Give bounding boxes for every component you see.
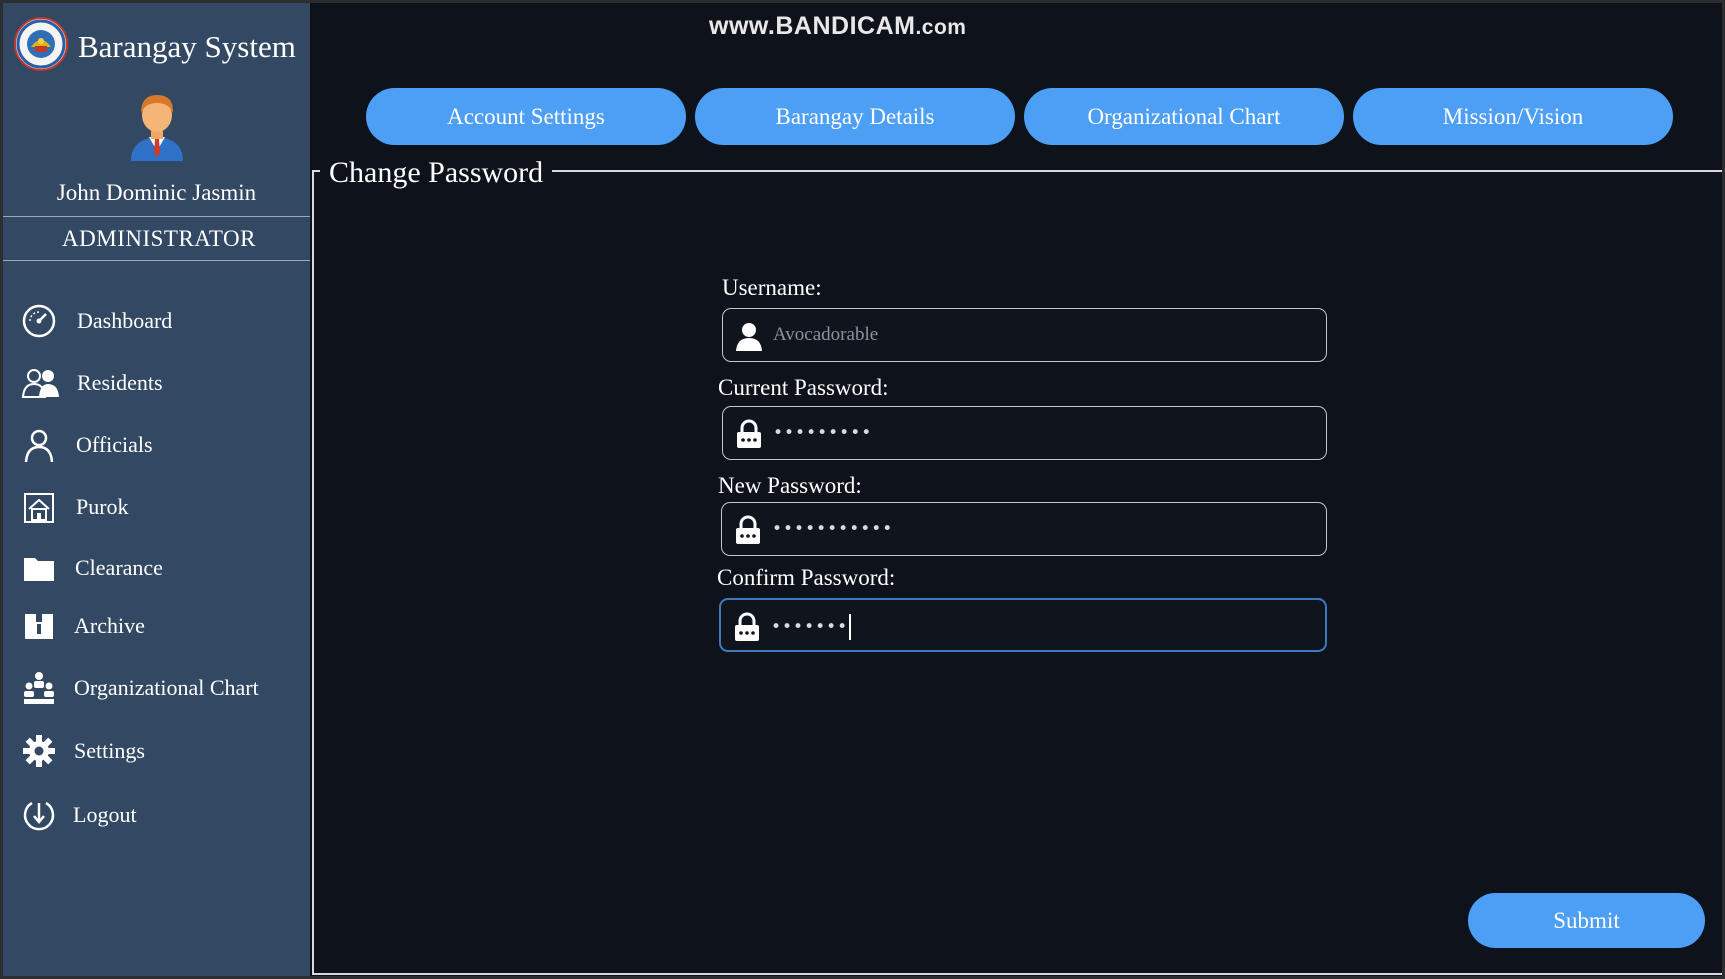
sidebar-item-label: Archive xyxy=(74,613,145,638)
text-caret xyxy=(849,614,852,640)
sidebar-item-label: Residents xyxy=(77,370,163,395)
tab-mission-vision[interactable]: Mission/Vision xyxy=(1353,88,1673,145)
submit-button[interactable]: Submit xyxy=(1468,893,1705,948)
sidebar-item-logout[interactable]: Logout xyxy=(3,789,310,839)
username-field[interactable]: Avocadorable xyxy=(722,308,1327,362)
sidebar-item-label: Settings xyxy=(74,738,145,763)
org-chart-icon xyxy=(21,670,57,706)
app-window: Barangay System John Dominic Jasmin ADMI… xyxy=(3,3,1722,976)
sidebar-item-officials[interactable]: Officials xyxy=(3,419,310,469)
sidebar-item-organizational-chart[interactable]: Organizational Chart xyxy=(3,662,310,712)
lock-icon xyxy=(735,419,763,449)
tab-account-settings[interactable]: Account Settings xyxy=(366,88,686,145)
folder-icon xyxy=(21,550,57,586)
current-password-label: Current Password: xyxy=(718,375,889,400)
sidebar-item-settings[interactable]: Settings xyxy=(3,725,310,775)
confirm-password-dots: ••••••• xyxy=(771,617,849,637)
current-password-field[interactable]: ••••••••• xyxy=(722,406,1327,460)
sidebar: Barangay System John Dominic Jasmin ADMI… xyxy=(3,3,310,976)
user-role: ADMINISTRATOR xyxy=(62,226,256,251)
new-password-label: New Password: xyxy=(718,473,862,498)
sidebar-item-label: Dashboard xyxy=(77,308,173,333)
official-person-icon xyxy=(21,427,57,463)
sidebar-item-label: Organizational Chart xyxy=(74,675,259,700)
current-password-value: ••••••••• xyxy=(773,423,873,443)
sidebar-item-residents[interactable]: Residents xyxy=(3,357,310,407)
gear-icon xyxy=(21,733,57,769)
lock-icon xyxy=(733,612,761,642)
lock-icon xyxy=(734,515,762,545)
user-icon xyxy=(735,321,763,351)
residents-icon xyxy=(21,365,59,401)
sidebar-item-label: Officials xyxy=(76,432,153,457)
tab-organizational-chart[interactable]: Organizational Chart xyxy=(1024,88,1344,145)
sidebar-item-label: Purok xyxy=(76,494,129,519)
user-name: John Dominic Jasmin xyxy=(56,180,257,205)
app-title: Barangay System xyxy=(78,29,296,64)
confirm-password-label: Confirm Password: xyxy=(717,565,896,590)
panel-title: Change Password xyxy=(320,153,553,193)
watermark-main: www.BANDICAM xyxy=(709,12,916,40)
username-label: Username: xyxy=(722,275,822,300)
sidebar-item-archive[interactable]: Archive xyxy=(3,600,310,650)
barangay-seal-logo xyxy=(14,17,68,71)
sidebar-item-purok[interactable]: Purok xyxy=(3,481,310,531)
confirm-password-field[interactable]: ••••••• xyxy=(719,598,1327,652)
dashboard-gauge-icon xyxy=(21,303,57,339)
divider xyxy=(3,216,310,217)
user-avatar xyxy=(123,91,191,161)
sidebar-item-clearance[interactable]: Clearance xyxy=(3,542,310,592)
archive-icon xyxy=(21,608,57,644)
sidebar-item-label: Logout xyxy=(73,802,137,827)
new-password-field[interactable]: ••••••••••• xyxy=(721,502,1327,556)
purok-house-icon xyxy=(21,489,57,525)
recording-watermark: www.BANDICAM.com xyxy=(709,12,966,41)
new-password-value: ••••••••••• xyxy=(772,519,894,539)
change-password-panel xyxy=(312,170,1722,975)
sidebar-item-label: Clearance xyxy=(75,555,163,580)
sidebar-item-dashboard[interactable]: Dashboard xyxy=(3,295,310,345)
tab-barangay-details[interactable]: Barangay Details xyxy=(695,88,1015,145)
divider xyxy=(3,260,310,261)
username-placeholder: Avocadorable xyxy=(773,324,879,345)
logout-icon xyxy=(21,797,57,833)
confirm-password-value: ••••••• xyxy=(771,614,852,640)
watermark-suffix: .com xyxy=(915,16,967,39)
